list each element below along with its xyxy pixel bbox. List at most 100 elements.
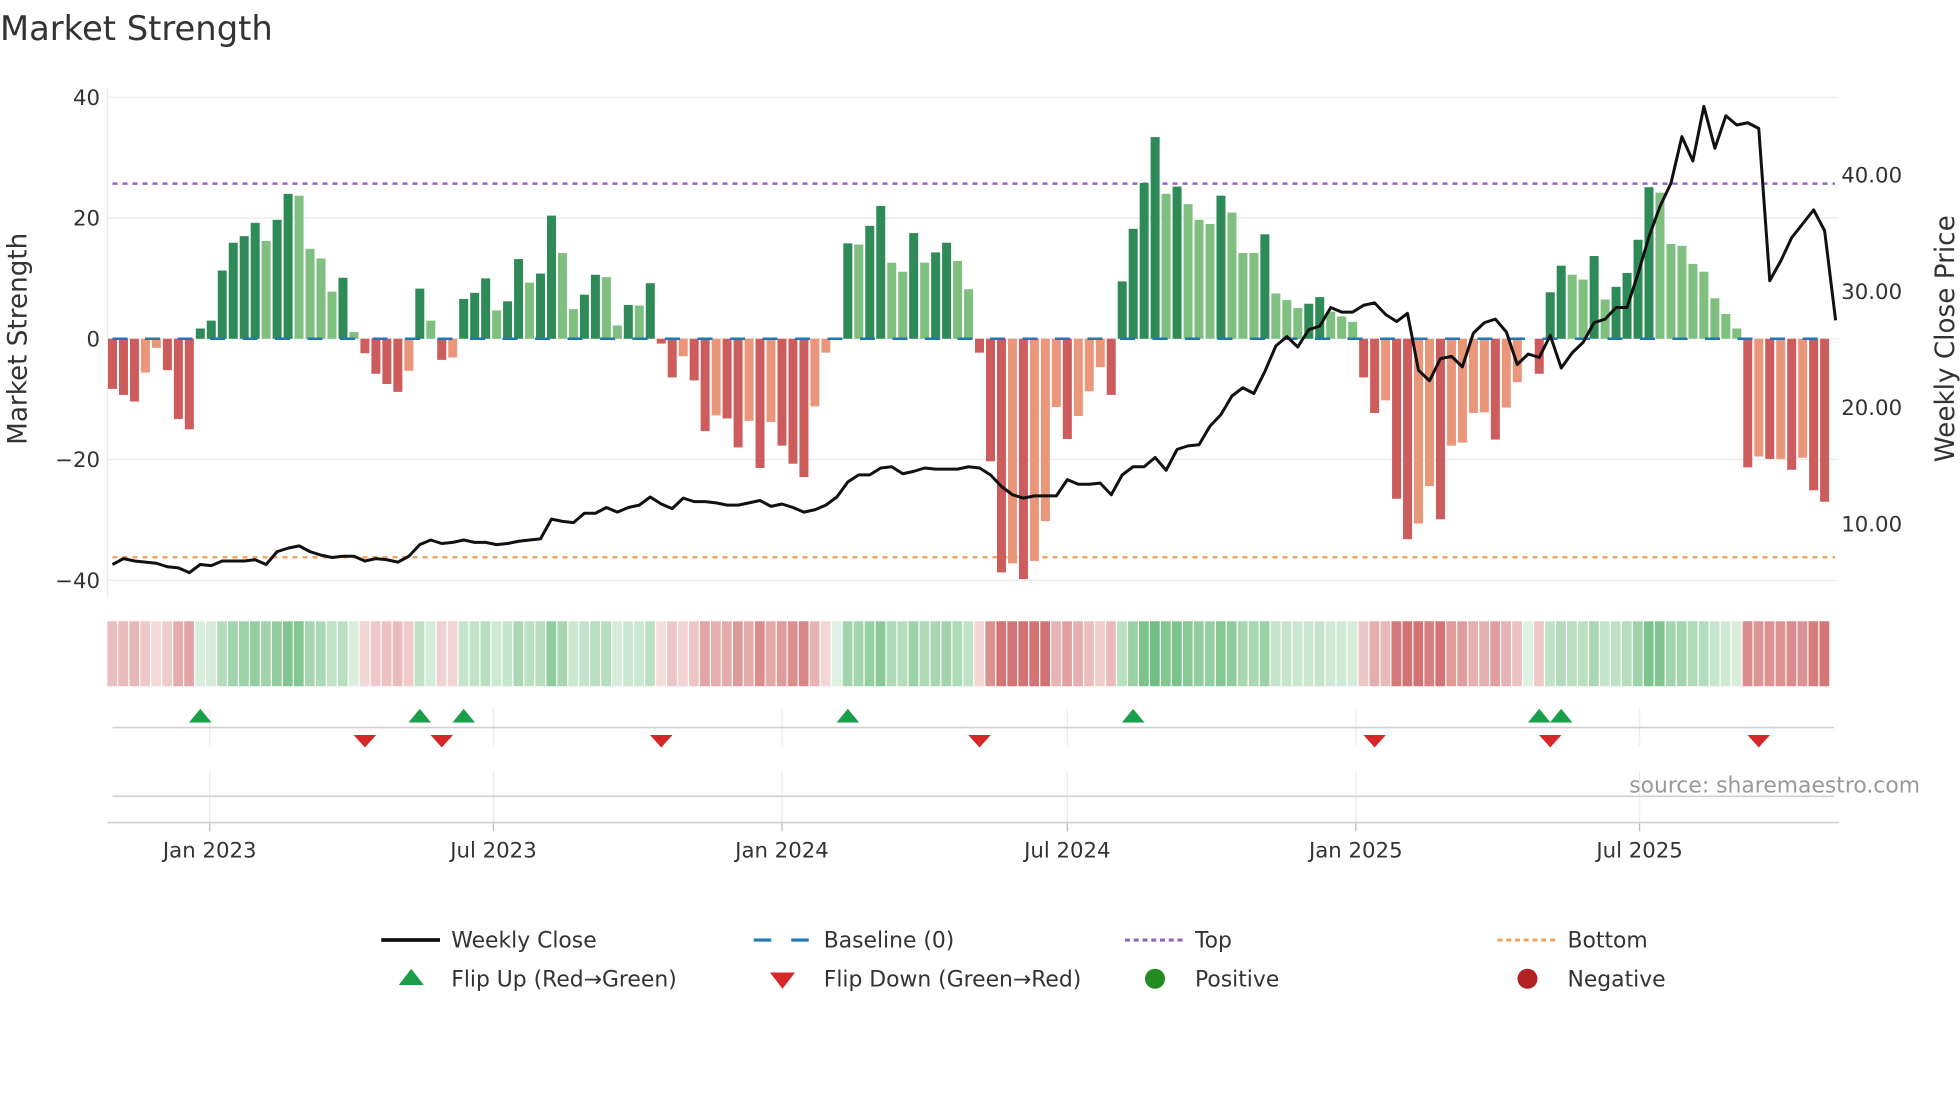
legend-item-bottom: Bottom [1497, 929, 1648, 954]
strength-bar [1117, 281, 1127, 339]
strip-cell [1479, 621, 1490, 687]
strip-cell [239, 621, 249, 687]
legend-negative-icon [1517, 968, 1538, 989]
strength-bar [821, 338, 831, 353]
strip-cell [304, 621, 315, 687]
strength-bar [1260, 234, 1270, 339]
strip-cell [590, 621, 601, 687]
strip-cell [535, 621, 546, 687]
strip-cell [107, 621, 118, 687]
strength-bar [1743, 338, 1753, 468]
strip-cell [1808, 621, 1819, 687]
legend-label: Baseline (0) [824, 929, 955, 954]
strength-bar [1183, 204, 1193, 339]
strip-cell [1248, 621, 1259, 687]
strip-cell [1599, 621, 1610, 687]
strip-cell [1018, 621, 1029, 687]
y-tick-label: 0 [86, 327, 100, 352]
strip-cell [579, 621, 590, 687]
strip-cell [129, 621, 140, 687]
strip-cell [634, 621, 644, 687]
strip-cell [228, 621, 238, 687]
flip-up-marker [1528, 708, 1551, 723]
strip-cell [1709, 621, 1720, 687]
strip-cell [1391, 621, 1402, 687]
strength-bar [1644, 187, 1654, 339]
strip-cell [480, 621, 491, 687]
strength-bar [1556, 265, 1566, 339]
strip-cell [886, 621, 897, 687]
strip-cell [1621, 621, 1632, 687]
strip-cell [195, 621, 205, 687]
strength-bar [1062, 338, 1072, 439]
strength-bar [206, 320, 216, 339]
strip-cell [831, 621, 842, 687]
strip-cell [1457, 621, 1468, 687]
legend: Weekly Close Baseline (0) Top Bottom Flip Up… [381, 929, 1666, 992]
strip-cell [1665, 621, 1676, 687]
strip-cell [151, 621, 162, 687]
strip-cell [403, 621, 414, 687]
strength-bar [1194, 219, 1204, 339]
y2-axis-label: Weekly Close Price [1931, 215, 1960, 462]
strength-bar [1205, 224, 1215, 339]
strip-cell [656, 621, 666, 687]
strip-cell [1106, 621, 1116, 687]
strip-cell [743, 621, 754, 687]
strip-cell [359, 621, 370, 687]
strip-cell [1819, 621, 1830, 687]
strip-cell [1259, 621, 1270, 687]
y2-tick-label: 30.00 [1841, 280, 1902, 305]
legend-item-down: Flip Down (Green→Red) [770, 967, 1081, 992]
strength-bar [887, 262, 897, 339]
strip-cell [1226, 621, 1237, 687]
strength-bar [1018, 338, 1028, 580]
strength-bar [854, 244, 864, 339]
strip-cell [996, 621, 1007, 687]
strength-bar [129, 338, 139, 402]
strength-bar [437, 338, 447, 360]
strength-bar [590, 274, 600, 339]
strip-cell [930, 621, 941, 687]
strength-bar [1381, 338, 1391, 401]
flip-up-marker [836, 708, 860, 723]
strip-cell [1687, 621, 1698, 687]
strength-bar [920, 262, 930, 339]
strip-cell [1215, 621, 1226, 687]
strength-bar [557, 253, 567, 339]
strip-cell [1303, 621, 1314, 687]
strip-cell [787, 621, 798, 687]
strip-cell [206, 621, 216, 687]
strip-cell [1171, 621, 1182, 687]
strength-bar [316, 258, 326, 339]
strip-cell [1632, 621, 1643, 687]
legend-item-line: Weekly Close [381, 929, 597, 954]
y2-tick-label: 10.00 [1841, 512, 1902, 537]
strip-cell [941, 621, 952, 687]
strip-cell [1029, 621, 1040, 687]
strength-bar [393, 338, 403, 392]
strip-cell [1556, 621, 1566, 687]
strip-cell [721, 621, 732, 687]
strength-bars [108, 137, 1835, 580]
strip-cell [272, 621, 282, 687]
strip-cell [678, 621, 688, 687]
strength-bar [1150, 137, 1160, 339]
strength-bar [1282, 300, 1292, 339]
strip-cell [1292, 621, 1303, 687]
strip-cell [184, 621, 194, 687]
strength-bar [568, 309, 578, 339]
strength-bar [162, 338, 172, 371]
strength-bar [942, 242, 952, 339]
strip-cell [1150, 621, 1160, 687]
strip-cell [809, 621, 820, 687]
strip-cell [1512, 621, 1522, 687]
x-tick-label: Jul 2023 [448, 839, 536, 864]
x-axis-ticks: Jan 2023 Jul 2023 Jan 2024 Jul 2024 Jan 2025… [161, 839, 1683, 864]
strength-bar [184, 338, 194, 430]
strip-cell [864, 621, 875, 687]
strength-bar [514, 259, 524, 339]
strip-cell [1742, 621, 1753, 687]
flip-down-marker [1747, 735, 1770, 748]
strength-bar [678, 338, 688, 357]
